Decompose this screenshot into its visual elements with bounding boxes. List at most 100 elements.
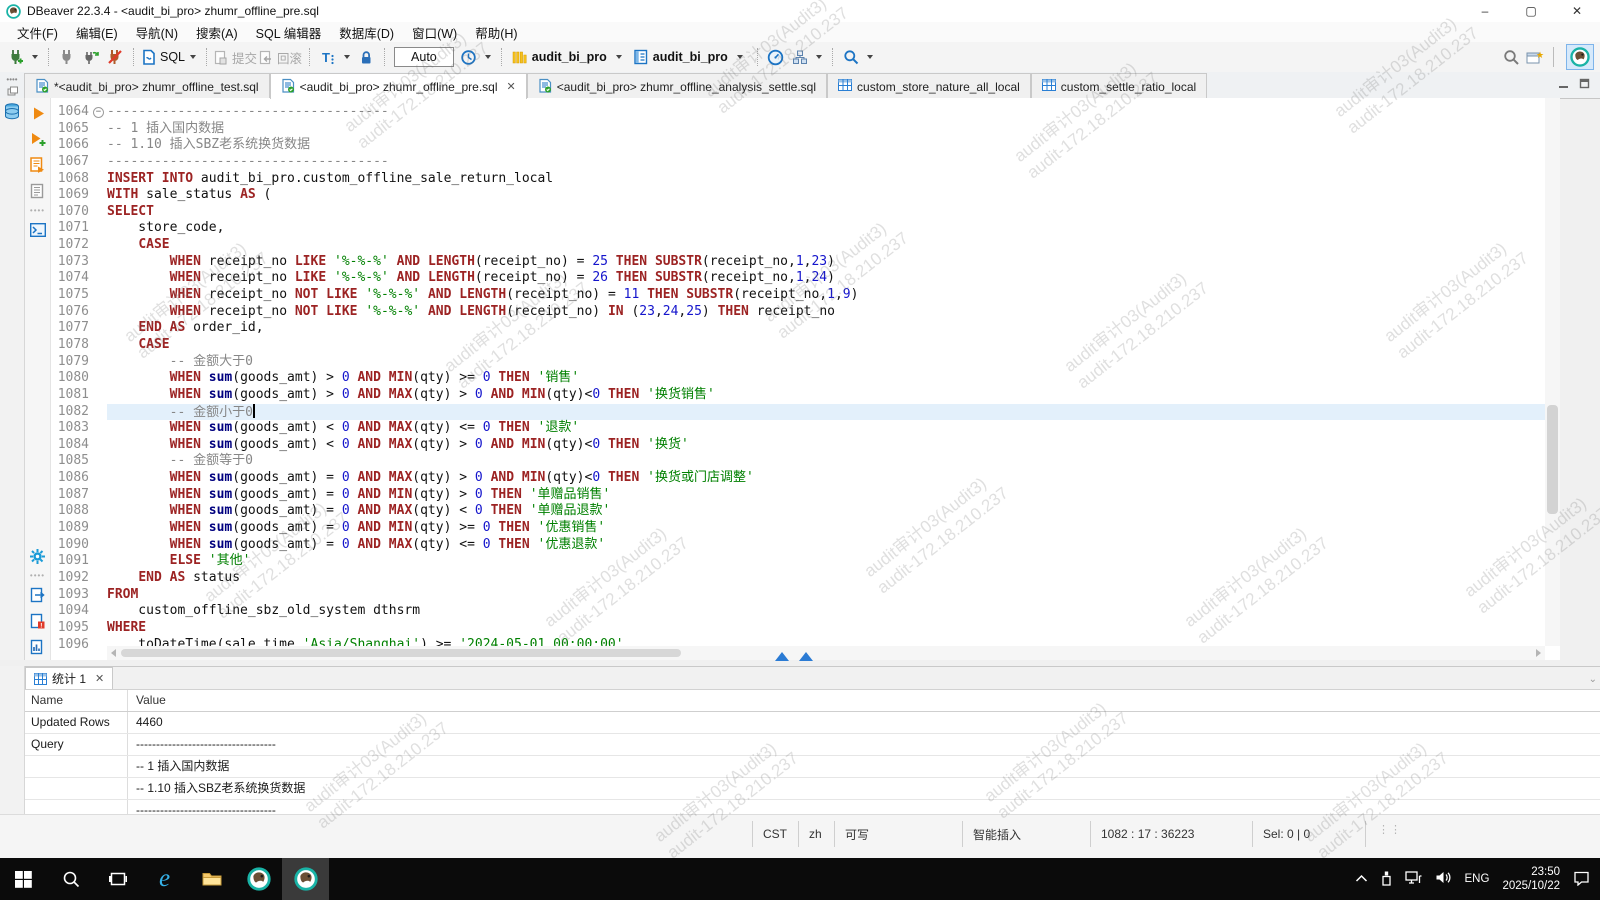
maximize-panel-icon[interactable]	[1579, 78, 1590, 92]
file-explorer-button[interactable]	[188, 858, 235, 900]
taskbar-clock[interactable]: 23:502025/10/22	[1502, 865, 1560, 893]
tab-close-icon[interactable]: ✕	[507, 80, 516, 93]
table-row[interactable]: -- 1 插入国内数据	[25, 756, 1600, 778]
column-header-name[interactable]: Name	[25, 690, 128, 711]
horizontal-scrollbar[interactable]	[107, 646, 1545, 660]
start-button[interactable]	[0, 858, 47, 900]
reconnect-button[interactable]	[80, 45, 102, 69]
editor-tab[interactable]: <audit_bi_pro> zhumr_offline_analysis_se…	[527, 73, 827, 99]
action-center-button[interactable]	[1573, 870, 1590, 889]
execute-script-button[interactable]	[27, 154, 49, 176]
menu-item[interactable]: 文件(F)	[8, 21, 67, 44]
tab-close-icon[interactable]: ✕	[95, 672, 104, 685]
table-row[interactable]: -- 1.10 插入SBZ老系统换货数据	[25, 778, 1600, 800]
database-navigator-icon[interactable]	[3, 102, 21, 121]
menu-item[interactable]: 导航(N)	[127, 21, 187, 44]
menu-item[interactable]: 搜索(A)	[187, 21, 247, 44]
volume-tray-icon[interactable]	[1435, 870, 1452, 888]
menu-item[interactable]: 数据库(D)	[330, 21, 403, 44]
task-view-button[interactable]	[94, 858, 141, 900]
status-timezone[interactable]: CST	[752, 821, 798, 847]
scroll-left-icon[interactable]	[111, 649, 116, 657]
vertical-scrollbar[interactable]	[1545, 98, 1560, 646]
menu-item[interactable]: 编辑(E)	[67, 21, 127, 44]
explain-plan-button[interactable]	[27, 180, 49, 202]
settings-button[interactable]	[27, 545, 49, 567]
column-header-value[interactable]: Value	[128, 690, 1600, 711]
chevron-down-icon[interactable]	[737, 55, 743, 59]
arrow-up-icon[interactable]	[775, 652, 789, 661]
status-position[interactable]: 1082 : 17 : 36223	[1090, 821, 1252, 847]
fold-column	[89, 620, 107, 637]
restore-panel-icon[interactable]	[7, 86, 18, 96]
sql-editor-button[interactable]: SQL	[141, 45, 185, 69]
sql-code-editor[interactable]: 1064−-----------------------------------…	[51, 98, 1560, 660]
chevron-down-icon[interactable]	[816, 55, 822, 59]
usb-tray-icon[interactable]	[1381, 870, 1392, 889]
execute-new-tab-button[interactable]	[27, 128, 49, 150]
internet-explorer-button[interactable]: e	[141, 858, 188, 900]
status-selection[interactable]: Sel: 0 | 0	[1252, 821, 1366, 847]
menu-item[interactable]: SQL 编辑器	[247, 21, 331, 44]
taskbar-search-button[interactable]	[47, 858, 94, 900]
transaction-log-button[interactable]	[458, 45, 480, 69]
horizontal-scrollbar-thumb[interactable]	[121, 649, 681, 657]
code-area[interactable]: 1064−-----------------------------------…	[51, 104, 1545, 653]
statistics-tab[interactable]: 统计 1 ✕	[25, 667, 113, 689]
dbeaver-taskbar-button-active[interactable]	[282, 858, 329, 900]
minimize-panel-icon[interactable]	[1558, 78, 1569, 92]
restore-panel-arrows[interactable]	[775, 652, 813, 661]
disconnect-button[interactable]	[104, 45, 126, 69]
connection-selector[interactable]: audit_bi_pro	[508, 45, 630, 69]
sql-search-button[interactable]	[840, 45, 862, 69]
dashboard-button[interactable]	[765, 45, 787, 69]
quick-search-button[interactable]	[1500, 45, 1522, 69]
tray-expand-button[interactable]	[1355, 872, 1368, 886]
new-connection-button[interactable]	[5, 45, 27, 69]
input-language-button[interactable]: ENG	[1465, 873, 1490, 885]
maximize-button[interactable]: ▢	[1508, 0, 1554, 22]
table-row[interactable]: Updated Rows4460	[25, 712, 1600, 734]
vertical-scrollbar-thumb[interactable]	[1547, 405, 1558, 515]
connect-button[interactable]	[56, 45, 78, 69]
status-insert-mode[interactable]: 智能插入	[962, 821, 1090, 847]
chevron-down-icon[interactable]	[32, 55, 38, 59]
text-transform-button[interactable]: T	[317, 45, 339, 69]
open-console-button[interactable]	[27, 219, 49, 241]
editor-tab[interactable]: *<audit_bi_pro> zhumr_offline_test.sql	[24, 73, 270, 99]
arrow-up-icon[interactable]	[799, 652, 813, 661]
menu-item[interactable]: 帮助(H)	[466, 21, 526, 44]
table-row[interactable]: Query-----------------------------------	[25, 734, 1600, 756]
dbeaver-taskbar-button[interactable]	[235, 858, 282, 900]
editor-tab[interactable]: custom_store_nature_all_local	[827, 73, 1031, 99]
lock-button[interactable]	[355, 45, 377, 69]
dbeaver-perspective-button[interactable]	[1566, 44, 1594, 70]
status-language[interactable]: zh	[798, 821, 834, 847]
chevron-down-icon[interactable]	[867, 55, 873, 59]
fold-collapse-icon[interactable]: −	[93, 107, 104, 118]
minimize-button[interactable]: –	[1462, 0, 1508, 22]
chevron-down-icon[interactable]	[344, 55, 350, 59]
editor-tab[interactable]: custom_settle_ratio_local	[1031, 73, 1207, 99]
chevron-down-icon[interactable]	[190, 55, 196, 59]
open-perspective-button[interactable]: ★	[1524, 45, 1546, 69]
network-tray-icon[interactable]	[1405, 870, 1422, 888]
close-button[interactable]: ✕	[1554, 0, 1600, 22]
editor-tab[interactable]: <audit_bi_pro> zhumr_offline_pre.sql✕	[270, 73, 527, 99]
chevron-down-icon[interactable]	[616, 55, 622, 59]
statistics-button[interactable]	[27, 636, 49, 658]
menu-item[interactable]: 窗口(W)	[403, 21, 466, 44]
error-log-button[interactable]: !	[27, 610, 49, 632]
execution-plan-button[interactable]	[789, 45, 811, 69]
schema-selector[interactable]: audit_bi_pro	[630, 45, 751, 69]
scroll-right-icon[interactable]	[1536, 649, 1541, 657]
status-writable[interactable]: 可写	[834, 821, 962, 847]
commit-mode-button[interactable]: Auto	[394, 47, 454, 67]
panel-scroll-down-icon[interactable]: ⌄	[1589, 674, 1597, 685]
output-export-button[interactable]	[27, 584, 49, 606]
execute-statement-button[interactable]	[27, 102, 49, 124]
code-text: END AS status	[107, 570, 1545, 587]
chevron-down-icon[interactable]	[485, 55, 491, 59]
commit-button[interactable]: 提交	[214, 45, 257, 69]
rollback-button[interactable]: 回滚	[259, 45, 302, 69]
